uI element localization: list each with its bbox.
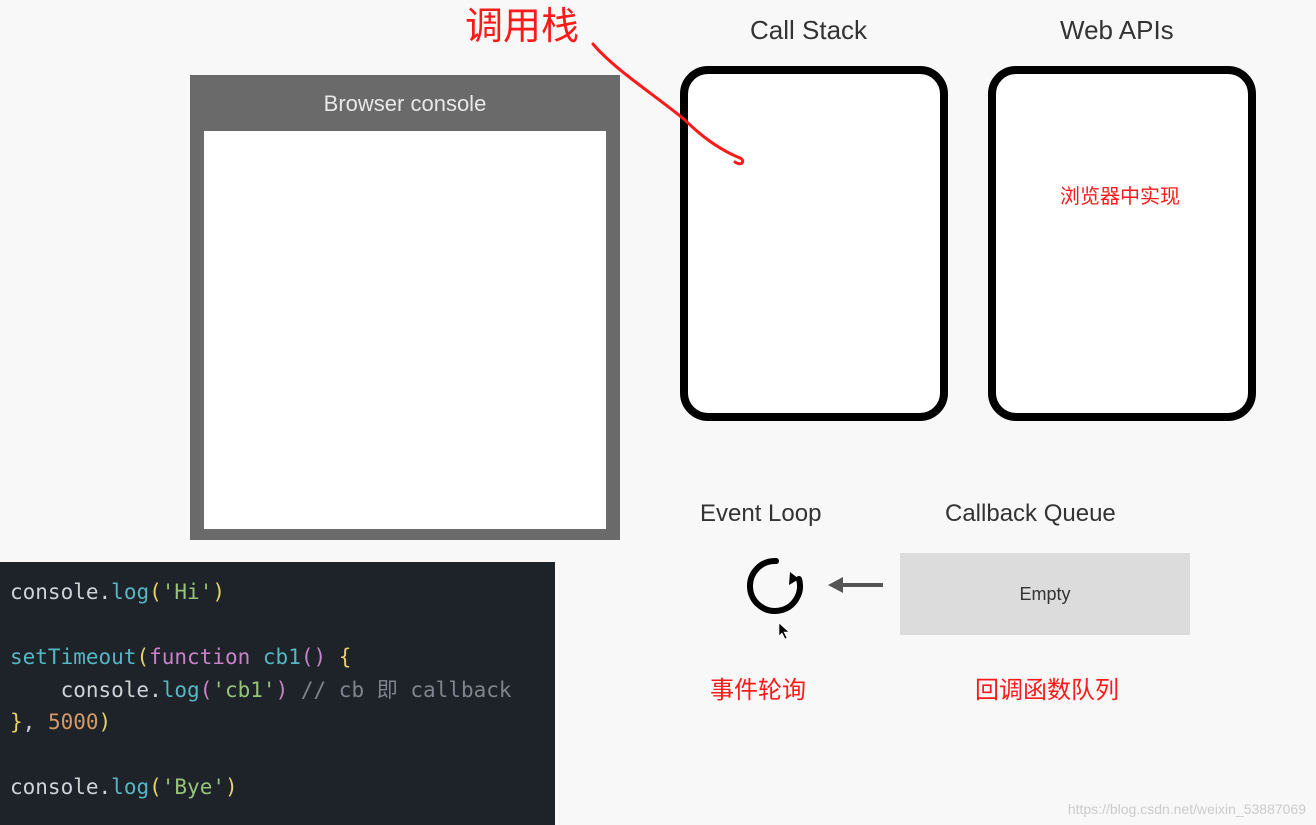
code-token: console xyxy=(61,678,150,702)
code-token: setTimeout xyxy=(10,645,136,669)
cursor-icon xyxy=(778,622,792,640)
code-token: 5000 xyxy=(48,710,99,734)
code-token: log xyxy=(162,678,200,702)
code-token: console xyxy=(10,580,99,604)
code-token: 'Hi' xyxy=(162,580,213,604)
code-token: } xyxy=(10,710,23,734)
code-comment: // cb 即 callback xyxy=(301,678,512,702)
browser-console-panel: Browser console xyxy=(190,75,620,540)
annotation-browser-impl: 浏览器中实现 xyxy=(1060,180,1180,209)
callback-queue-title: Callback Queue xyxy=(945,500,1116,528)
arrow-left-icon xyxy=(828,575,883,595)
code-token: log xyxy=(111,580,149,604)
loop-icon xyxy=(745,555,807,617)
callback-queue-status: Empty xyxy=(1019,584,1070,605)
callback-queue-box: Empty xyxy=(900,553,1190,635)
code-editor: console.log('Hi') setTimeout(function cb… xyxy=(0,562,555,825)
annotation-call-stack: 调用栈 xyxy=(465,0,579,50)
code-token: console xyxy=(10,775,99,799)
code-token: 'cb1' xyxy=(212,678,275,702)
event-loop-title: Event Loop xyxy=(700,500,821,528)
code-token: function xyxy=(149,645,250,669)
watermark: https://blog.csdn.net/weixin_53887069 xyxy=(1068,801,1306,817)
browser-console-title: Browser console xyxy=(190,75,620,131)
call-stack-box xyxy=(680,66,948,421)
code-token: log xyxy=(111,775,149,799)
code-token: cb1 xyxy=(263,645,301,669)
web-apis-box xyxy=(988,66,1256,421)
web-apis-title: Web APIs xyxy=(1060,15,1174,46)
annotation-callback-queue: 回调函数队列 xyxy=(975,670,1119,705)
code-token: 'Bye' xyxy=(162,775,225,799)
browser-console-output xyxy=(204,131,606,529)
annotation-event-loop: 事件轮询 xyxy=(710,670,806,705)
call-stack-title: Call Stack xyxy=(750,15,867,46)
